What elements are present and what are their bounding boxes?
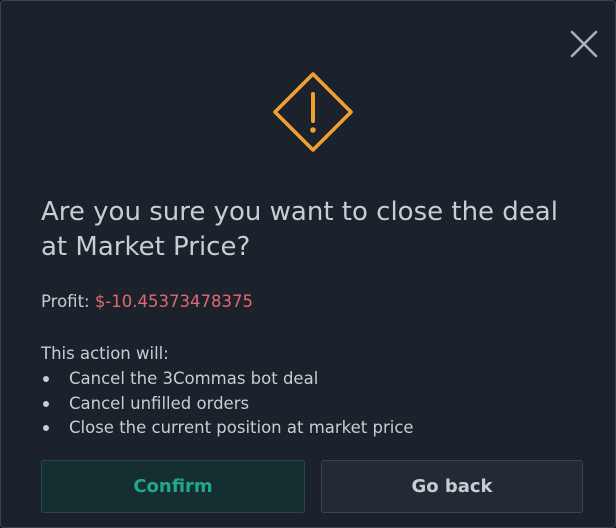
dialog-title: Are you sure you want to close the deal … xyxy=(41,197,558,262)
list-item-text: Cancel unfilled orders xyxy=(69,393,250,413)
list-item: Cancel unfilled orders xyxy=(41,392,414,417)
close-deal-dialog: Are you sure you want to close the deal … xyxy=(0,0,616,528)
actions-list: Cancel the 3Commas bot deal Cancel unfil… xyxy=(41,367,414,441)
profit-label: Profit: xyxy=(41,292,90,311)
profit-row: Profit: $-10.45373478375 xyxy=(41,291,253,313)
list-item-text: Close the current position at market pri… xyxy=(69,418,414,437)
bullet-icon xyxy=(43,376,49,382)
bullet-icon xyxy=(43,425,49,431)
list-item: Cancel the 3Commas bot deal xyxy=(41,367,414,392)
go-back-button[interactable]: Go back xyxy=(321,460,583,513)
profit-value: $-10.45373478375 xyxy=(94,292,254,311)
list-item: Close the current position at market pri… xyxy=(41,416,414,441)
warning-icon xyxy=(273,72,353,152)
close-icon xyxy=(570,30,598,58)
confirm-button[interactable]: Confirm xyxy=(41,460,305,513)
bullet-icon xyxy=(43,400,49,407)
close-button[interactable] xyxy=(569,29,599,59)
list-item-text: Cancel the 3Commas bot deal xyxy=(69,369,319,388)
actions-intro: This action will: xyxy=(41,344,169,363)
